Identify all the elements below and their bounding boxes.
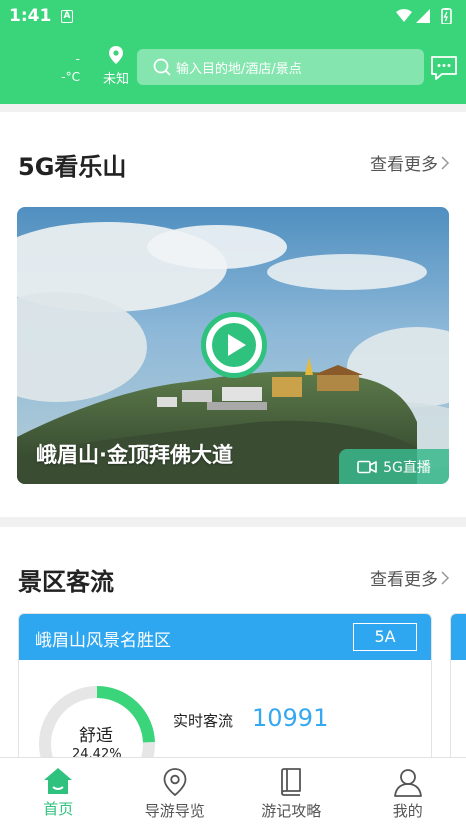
scenic-traffic-card[interactable]: 峨眉山风景名胜区 5A 舒适 24.42% 实时客流 10991: [18, 613, 432, 773]
search-placeholder: 输入目的地/酒店/景点: [176, 61, 302, 77]
card-header: 峨眉山风景名胜区 5A: [19, 614, 431, 660]
video-title: 峨眉山·金顶拜佛大道: [36, 443, 233, 467]
home-icon: [44, 768, 73, 794]
more-label: 查看更多: [370, 570, 438, 590]
next-traffic-card[interactable]: [450, 613, 466, 773]
weather-widget[interactable]: - -°C: [56, 50, 80, 86]
video-camera-icon: [357, 460, 377, 473]
location-label: 未知: [102, 72, 129, 87]
chevron-right-icon: [441, 155, 450, 170]
bottom-tab-bar: 首页 导游导览 游记攻略 我的: [0, 757, 466, 830]
location-pin-icon: [109, 46, 123, 64]
more-label: 查看更多: [370, 155, 438, 175]
search-input[interactable]: 输入目的地/酒店/景点: [137, 49, 424, 85]
search-icon: [153, 58, 171, 76]
tab-label: 首页: [43, 800, 74, 818]
more-link-5g[interactable]: 查看更多: [370, 150, 450, 175]
status-icons: [396, 8, 452, 24]
location-button[interactable]: 未知: [100, 46, 132, 87]
section-title-traffic: 景区客流: [18, 568, 114, 596]
live-badge-label: 5G直播: [383, 459, 431, 476]
tab-label: 导游导览: [144, 802, 205, 820]
tab-home[interactable]: 首页: [0, 758, 117, 830]
section-title-5g: 5G看乐山: [18, 153, 127, 181]
play-button[interactable]: [201, 312, 267, 378]
location-pin-icon: [163, 768, 187, 797]
comfort-label: 舒适: [79, 726, 113, 746]
tab-label: 我的: [392, 802, 423, 820]
user-icon: [393, 769, 422, 797]
live-badge: 5G直播: [339, 449, 449, 484]
tab-profile[interactable]: 我的: [350, 758, 466, 830]
weather-temperature: -°C: [61, 70, 80, 84]
realtime-label: 实时客流: [173, 712, 234, 730]
tab-label: 游记攻略: [261, 802, 322, 820]
weather-condition: -: [75, 52, 80, 66]
notification-icon: A: [61, 10, 73, 23]
divider: [0, 104, 466, 112]
chevron-right-icon: [441, 570, 450, 585]
realtime-value: 10991: [252, 704, 329, 732]
message-icon[interactable]: [430, 55, 458, 81]
tab-guide[interactable]: 导游导览: [117, 758, 234, 830]
app-header: 1:41 A - -°C 未知 输入目的地/酒店/景点: [0, 0, 466, 104]
level-badge: 5A: [353, 623, 417, 651]
divider: [0, 517, 466, 527]
scenic-name: 峨眉山风景名胜区: [35, 631, 171, 651]
more-link-traffic[interactable]: 查看更多: [370, 565, 450, 590]
book-icon: [281, 768, 302, 796]
status-time: 1:41: [9, 6, 52, 26]
video-card[interactable]: 峨眉山·金顶拜佛大道 5G直播: [17, 207, 449, 484]
status-bar: 1:41 A: [0, 0, 466, 32]
tab-travelogue[interactable]: 游记攻略: [233, 758, 350, 830]
